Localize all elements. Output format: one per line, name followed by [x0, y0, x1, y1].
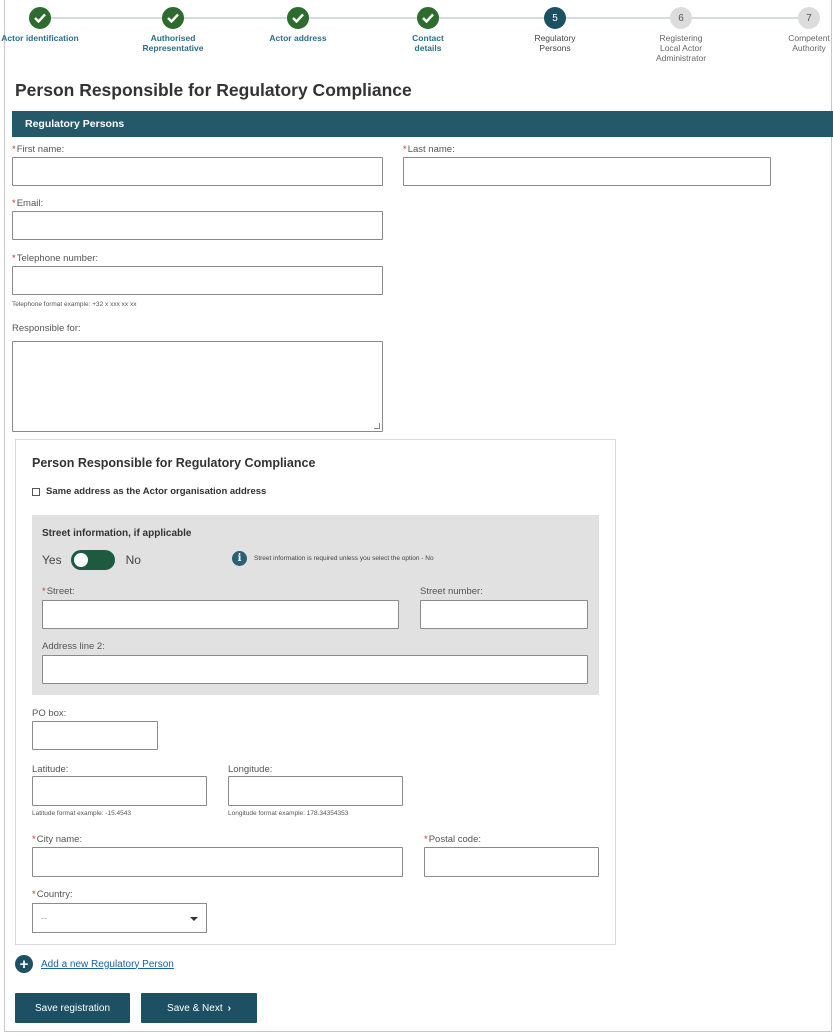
street-number-label: Street number:	[420, 586, 483, 597]
street-number-input[interactable]	[420, 600, 588, 629]
postal-code-label: *Postal code:	[424, 834, 481, 845]
street-info-title: Street information, if applicable	[42, 528, 192, 539]
step-label: Competent Authority	[788, 33, 830, 53]
longitude-input[interactable]	[228, 776, 403, 806]
address-panel-title: Person Responsible for Regulatory Compli…	[32, 456, 316, 470]
street-info-note: i Street information is required unless …	[232, 551, 434, 566]
po-box-label: PO box:	[32, 708, 67, 719]
address-line2-label: Address line 2:	[42, 641, 105, 652]
step-label: Contact details	[412, 33, 444, 53]
step-label: Authorised Representative	[142, 33, 204, 53]
progress-stepper: Actor identification Authorised Represen…	[0, 0, 833, 72]
latitude-input[interactable]	[32, 776, 207, 806]
longitude-label: Longitude:	[228, 764, 273, 775]
first-name-input[interactable]	[12, 157, 383, 186]
resize-handle-icon[interactable]	[374, 423, 380, 429]
last-name-input[interactable]	[403, 157, 771, 186]
step-contact-details[interactable]: Contact details	[383, 7, 473, 53]
step-label: Actor address	[269, 33, 327, 43]
same-address-checkbox[interactable]	[32, 487, 40, 496]
step-actor-identification[interactable]: Actor identification	[0, 7, 85, 43]
postal-code-input[interactable]	[424, 847, 599, 877]
po-box-input[interactable]	[32, 721, 158, 750]
step-competent-authority[interactable]: 7 Competent Authority	[764, 7, 833, 53]
checkmark-icon	[162, 7, 184, 29]
street-info-toggle[interactable]	[70, 550, 115, 570]
section-header: Regulatory Persons	[12, 111, 833, 137]
country-selected-value: --	[41, 913, 47, 923]
info-icon: i	[232, 551, 247, 566]
country-select[interactable]: --	[32, 903, 207, 933]
toggle-no-label: No	[125, 553, 141, 567]
phone-hint: Telephone format example: +32 x xxx xx x…	[12, 301, 137, 308]
phone-label: *Telephone number:	[12, 253, 99, 264]
same-address-label: Same address as the Actor organisation a…	[46, 486, 267, 497]
address-line2-input[interactable]	[42, 655, 588, 684]
first-name-label: *First name:	[12, 144, 65, 155]
save-registration-button[interactable]: Save registration	[15, 993, 130, 1023]
step-label: Regulatory Persons	[534, 33, 576, 53]
add-regulatory-person[interactable]: + Add a new Regulatory Person	[15, 955, 174, 973]
save-next-label: Save & Next	[167, 1002, 223, 1014]
toggle-yes-label: Yes	[42, 553, 62, 567]
save-registration-label: Save registration	[34, 1002, 111, 1014]
chevron-right-icon: ›	[227, 1002, 231, 1014]
checkmark-icon	[29, 7, 51, 29]
step-number: 6	[670, 7, 692, 29]
latitude-hint: Latitude format example: -15.4543	[32, 810, 132, 817]
step-number: 5	[544, 7, 566, 29]
street-label: *Street:	[42, 586, 75, 597]
street-info-text: Street information is required unless yo…	[254, 555, 434, 562]
responsible-for-label: Responsible for:	[12, 323, 81, 334]
city-input[interactable]	[32, 847, 403, 877]
page-title: Person Responsible for Regulatory Compli…	[15, 80, 412, 100]
street-info-toggle-row: Yes No	[42, 550, 141, 570]
checkmark-icon	[417, 7, 439, 29]
city-label: *City name:	[32, 834, 83, 845]
email-label: *Email:	[12, 198, 44, 209]
toggle-knob	[73, 553, 88, 567]
save-next-button[interactable]: Save & Next ›	[141, 993, 257, 1023]
step-authorised-representative[interactable]: Authorised Representative	[128, 7, 218, 53]
email-input[interactable]	[12, 211, 383, 240]
add-regulatory-person-link[interactable]: Add a new Regulatory Person	[41, 959, 174, 970]
country-label: *Country:	[32, 889, 73, 900]
last-name-label: *Last name:	[403, 144, 455, 155]
chevron-down-icon	[190, 917, 198, 921]
step-regulatory-persons[interactable]: 5 Regulatory Persons	[510, 7, 600, 53]
latitude-label: Latitude:	[32, 764, 69, 775]
step-registering-lar[interactable]: 6 Registering Local Actor Administrator	[636, 7, 726, 63]
step-actor-address[interactable]: Actor address	[253, 7, 343, 43]
step-label: Actor identification	[1, 33, 79, 43]
step-number: 7	[798, 7, 820, 29]
street-input[interactable]	[42, 600, 399, 629]
same-address-option[interactable]: Same address as the Actor organisation a…	[32, 486, 266, 497]
phone-input[interactable]	[12, 266, 383, 295]
responsible-for-textarea[interactable]	[12, 341, 383, 432]
step-label: Registering Local Actor Administrator	[655, 33, 707, 63]
checkmark-icon	[287, 7, 309, 29]
longitude-hint: Longitude format example: 178.34354353	[228, 810, 349, 817]
plus-circle-icon[interactable]: +	[15, 955, 33, 973]
